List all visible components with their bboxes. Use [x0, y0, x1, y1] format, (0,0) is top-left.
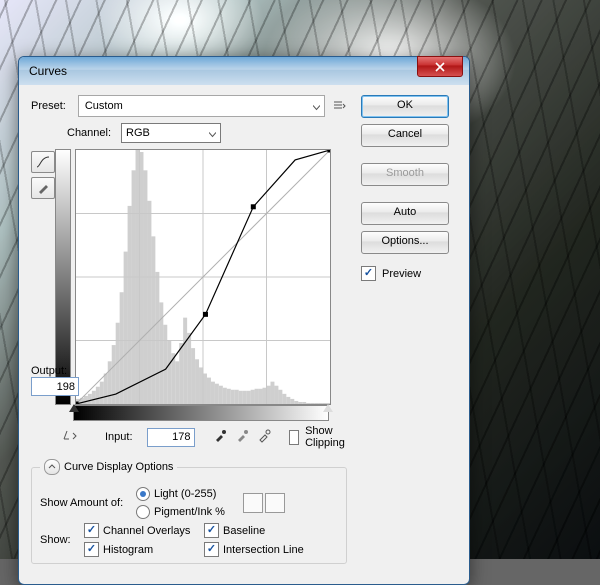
preview-checkbox[interactable] [361, 266, 376, 281]
channel-overlays-checkbox[interactable] [84, 523, 99, 538]
light-label: Light (0-255) [154, 488, 216, 500]
gray-eyedropper[interactable] [235, 429, 251, 445]
eyedropper-icon [213, 429, 227, 443]
curves-dialog: Curves Preset: Custom Channel: [18, 56, 470, 585]
pencil-icon [37, 182, 49, 194]
curves-svg [76, 150, 330, 404]
auto-button[interactable]: Auto [361, 202, 449, 225]
channel-overlays-label: Channel Overlays [103, 525, 190, 537]
input-value-field[interactable] [147, 428, 195, 447]
preset-value: Custom [85, 100, 123, 112]
black-point-slider[interactable] [69, 404, 79, 412]
chevron-down-icon [313, 103, 320, 110]
histogram-label: Histogram [103, 544, 153, 556]
grid-coarse-button[interactable] [243, 493, 263, 513]
close-icon [435, 62, 445, 72]
show-clipping-checkbox[interactable] [289, 430, 300, 445]
baseline-label: Baseline [223, 525, 265, 537]
curve-display-options-group: Curve Display Options Show Amount of: Li… [31, 459, 347, 564]
curve-tool-icon [36, 156, 50, 168]
intersection-checkbox[interactable] [204, 542, 219, 557]
intersection-label: Intersection Line [223, 544, 304, 556]
preset-label: Preset: [31, 100, 66, 112]
input-gradient[interactable] [73, 405, 329, 421]
hand-tool-button[interactable] [61, 427, 79, 447]
pigment-label: Pigment/Ink % [154, 506, 225, 518]
white-point-slider[interactable] [323, 404, 333, 412]
show-amount-label: Show Amount of: [40, 497, 136, 509]
chevron-down-icon [209, 130, 216, 137]
preset-select[interactable]: Custom [78, 95, 325, 117]
ok-button[interactable]: OK [361, 95, 449, 118]
output-label: Output: [31, 365, 77, 377]
histogram-checkbox[interactable] [84, 542, 99, 557]
show-clipping-label: Show Clipping [305, 425, 351, 449]
pigment-radio[interactable] [136, 505, 150, 519]
titlebar[interactable]: Curves [19, 57, 469, 85]
channel-select[interactable]: RGB [121, 123, 221, 143]
channel-value: RGB [126, 127, 150, 139]
pencil-tool-button[interactable] [31, 177, 55, 199]
adjust-icon [61, 427, 79, 445]
black-eyedropper[interactable] [213, 429, 229, 445]
output-value-field[interactable] [31, 377, 79, 396]
window-title: Curves [29, 64, 417, 78]
eyedropper-icon [235, 429, 249, 443]
light-radio[interactable] [136, 487, 150, 501]
chevron-up-icon [48, 463, 56, 471]
preset-menu-button[interactable] [331, 98, 347, 114]
input-label: Input: [105, 431, 133, 443]
smooth-button[interactable]: Smooth [361, 163, 449, 186]
eyedropper-icon [257, 429, 271, 443]
curves-graph[interactable] [75, 149, 331, 405]
grid-fine-button[interactable] [265, 493, 285, 513]
cancel-button[interactable]: Cancel [361, 124, 449, 147]
menu-icon [332, 99, 346, 113]
options-button[interactable]: Options... [361, 231, 449, 254]
channel-label: Channel: [67, 127, 111, 139]
preview-label: Preview [382, 268, 421, 280]
collapse-button[interactable] [44, 459, 60, 475]
baseline-checkbox[interactable] [204, 523, 219, 538]
curve-tool-button[interactable] [31, 151, 55, 173]
white-eyedropper[interactable] [257, 429, 273, 445]
show-label: Show: [40, 534, 84, 546]
close-button[interactable] [417, 56, 463, 77]
curve-display-legend: Curve Display Options [64, 461, 173, 473]
